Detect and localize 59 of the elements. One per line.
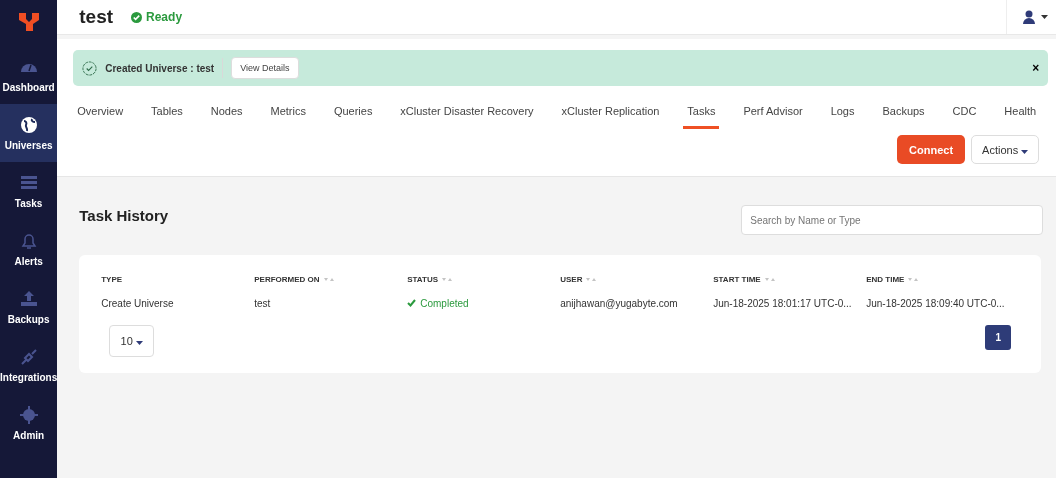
table-cell-text: test <box>254 296 272 311</box>
table-cell-text: Jun-18-2025 18:09:40 UTC-0... <box>866 296 1006 311</box>
logo-icon <box>17 10 40 32</box>
sidebar-item[interactable]: Integrations <box>0 336 58 394</box>
gear-icon <box>18 405 39 425</box>
column-header[interactable]: PERFORMED ON <box>254 269 408 289</box>
tab[interactable]: Queries <box>329 100 377 129</box>
caret-icon <box>135 341 143 345</box>
sidebar-item[interactable]: Dashboard <box>0 46 58 104</box>
connect-button[interactable]: Connect <box>897 135 966 164</box>
sidebar-item[interactable]: Tasks <box>0 162 58 220</box>
tab[interactable]: Logs <box>826 100 859 129</box>
sort-icon[interactable] <box>908 276 919 282</box>
sort-icon[interactable] <box>442 276 453 282</box>
check-circle-icon <box>131 11 143 23</box>
page-button[interactable]: 1 <box>985 325 1012 350</box>
section-title: Task History <box>79 207 169 224</box>
column-header[interactable]: USER <box>560 269 714 289</box>
caret-icon[interactable] <box>1041 15 1049 19</box>
tab[interactable]: CDC <box>948 100 981 129</box>
universe-title: test <box>79 6 114 28</box>
tab[interactable]: Overview <box>73 100 128 129</box>
sidebar-item[interactable]: Admin <box>0 394 58 452</box>
status-text: Completed <box>420 297 469 309</box>
tab[interactable]: xCluster Replication <box>557 100 664 129</box>
view-details-button[interactable]: View Details <box>231 57 299 79</box>
tab[interactable]: Backups <box>878 100 929 129</box>
tab[interactable]: Perf Advisor <box>739 100 807 129</box>
sort-icon[interactable] <box>323 276 334 282</box>
check-icon <box>407 299 417 307</box>
sort-icon[interactable] <box>586 276 597 282</box>
search-field[interactable]: Search by Name or Type <box>741 205 1044 235</box>
close-button[interactable]: × <box>1032 61 1040 75</box>
tab[interactable]: Health <box>1000 100 1041 129</box>
table-cell-text: Jun-18-2025 18:01:17 UTC-0... <box>713 296 853 311</box>
sidebar-item[interactable]: Universes <box>0 104 58 162</box>
column-header[interactable]: TYPE <box>101 269 255 289</box>
banner-message: Created Universe : test <box>105 62 215 74</box>
table-cell-text: anijhawan@yugabyte.com <box>560 296 679 311</box>
page-size-dropdown[interactable]: 10 <box>109 325 155 357</box>
tab[interactable]: Metrics <box>266 100 310 129</box>
caret-icon <box>1021 149 1029 154</box>
column-header[interactable]: STATUS <box>407 269 561 289</box>
column-header[interactable]: START TIME <box>713 269 867 289</box>
tab[interactable]: Nodes <box>206 100 247 129</box>
tab[interactable]: Tables <box>147 100 187 129</box>
table-cell-text: Create Universe <box>101 296 175 311</box>
status-label: Ready <box>146 10 183 24</box>
sidebar-item[interactable]: Alerts <box>0 220 58 278</box>
sort-icon[interactable] <box>764 276 775 282</box>
actions-button[interactable]: Actions <box>971 135 1040 164</box>
column-header[interactable]: END TIME <box>866 269 1020 289</box>
check-circle-icon <box>82 60 98 76</box>
tab[interactable]: xCluster Disaster Recovery <box>396 100 538 129</box>
sidebar-item[interactable]: Backups <box>0 278 58 336</box>
upload-icon <box>18 289 39 309</box>
user-icon[interactable] <box>1023 10 1036 24</box>
globe-icon <box>18 115 39 135</box>
tab[interactable]: Tasks <box>683 100 720 129</box>
